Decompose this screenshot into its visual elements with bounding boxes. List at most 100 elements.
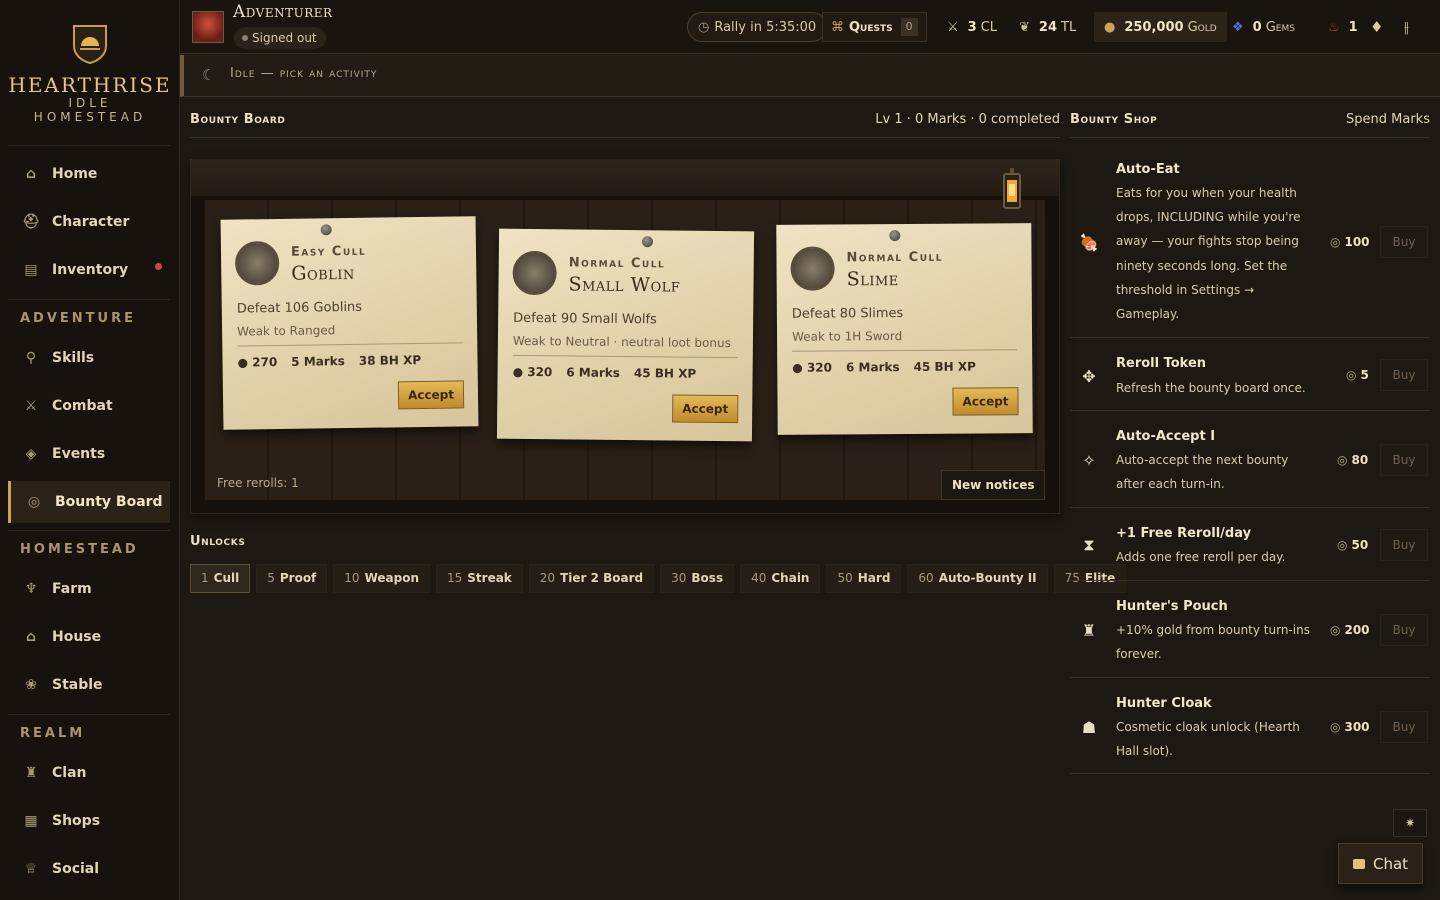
shop-item-name: Auto-Accept I [1116,429,1216,444]
tl-stat[interactable]: ❦ 24 TL [1019,12,1076,42]
sidebar-item-home[interactable]: ⌂ Home [8,153,170,195]
reward-marks: 6 Marks [566,365,621,380]
brand-sub-homestead: HOMESTEAD [33,110,147,124]
new-notices-button[interactable]: New notices [941,470,1046,500]
sidebar-item-farm[interactable]: ♆ Farm [8,568,170,610]
gold-value: 250,000 [1124,19,1184,35]
bounty-notice-slime[interactable]: Normal Cull Slime Defeat 80 Slimes Weak … [776,223,1033,435]
cl-value: 3 [967,19,977,35]
accept-button[interactable]: Accept [672,394,739,424]
notice-rewards: ● 270 5 Marks 38 BH XP [237,353,421,370]
notification-dot [155,263,162,270]
unlock-chip[interactable]: 1 Cull [190,564,251,593]
unlock-level: 1 [201,571,209,585]
rally-timer[interactable]: ◷ Rally in 5:35:00 [687,12,828,42]
sidebar-item-label: Combat [52,398,113,414]
unlock-chip[interactable]: 10 Weapon [333,564,430,593]
sidebar-item-combat[interactable]: ⚔ Combat [8,385,170,427]
reward-gold-value: 320 [806,360,833,375]
top-bar: Adventurer Signed out ◷ Rally in 5:35:00… [180,0,1440,54]
shop-item-free-reroll: ⧗ +1 Free Reroll/day Adds one free rerol… [1070,508,1430,581]
activity-text: Idle — pick an activity [230,66,378,81]
chat-button[interactable]: Chat [1338,843,1423,884]
nav-divider [8,299,170,300]
sliders-icon[interactable]: ⫲ [1404,12,1409,42]
fire-stat[interactable]: ♨ 1 [1328,12,1362,42]
lantern-icon [1003,168,1021,209]
castle-icon: ♜ [24,765,38,781]
accept-button[interactable]: Accept [952,387,1019,416]
sidebar-item-social[interactable]: ♕ Social [8,848,170,890]
unlocks-title: Unlocks [190,534,246,549]
sidebar-item-house[interactable]: ⌂ House [8,616,170,658]
buy-button[interactable]: Buy [1380,614,1428,646]
activity-bar[interactable]: ☾ Idle — pick an activity [180,55,1440,97]
buy-button[interactable]: Buy [1380,444,1428,476]
buy-button[interactable]: Buy [1380,359,1428,391]
bounty-notice-small-wolf[interactable]: Normal Cull Small Wolf Defeat 90 Small W… [496,228,755,442]
buy-button[interactable]: Buy [1380,529,1428,561]
flame-icon[interactable]: ♦ [1370,12,1383,42]
unlock-level: 5 [267,571,275,585]
shop-item-price: 5 [1346,368,1368,382]
unlock-chip[interactable]: 40 Chain [740,564,821,593]
avatar[interactable] [192,11,224,43]
cl-stat[interactable]: ⚔ 3 CL [947,12,997,42]
unlock-chip[interactable]: 60 Auto-Bounty II [907,564,1048,593]
sidebar-item-label: Social [52,861,100,877]
coins-icon: ● [512,364,528,379]
sidebar-item-label: House [52,629,102,645]
unlock-level: 60 [918,571,934,585]
quests-button[interactable]: ⌘ Quests 0 [822,12,927,42]
sidebar-item-stable[interactable]: ❀ Stable [8,664,170,706]
unlock-chip[interactable]: 50 Hard [826,564,902,593]
sidebar-item-events[interactable]: ◈ Events [8,433,170,475]
status-badge[interactable]: Signed out [234,27,326,49]
backpack-icon: ▤ [24,262,38,278]
bounty-board: Easy Cull Goblin Defeat 106 Goblins Weak… [190,159,1060,514]
quests-count: 0 [900,18,918,36]
unlock-level: 15 [446,571,463,585]
unlock-chip[interactable]: 30 Boss [660,564,735,593]
hourglass-icon: ⧗ [1083,535,1095,554]
notice-rewards: ● 320 6 Marks 45 BH XP [513,365,697,381]
home-icon: ⌂ [25,166,37,182]
chat-icon [1352,858,1365,869]
sidebar-item-inventory[interactable]: ▤ Inventory [8,249,170,291]
pin-icon [641,236,654,248]
section-adventure: ADVENTURE [20,311,136,326]
shop-item-hunter-cloak: ☗ Hunter Cloak Cosmetic cloak unlock (He… [1070,678,1430,774]
accept-button[interactable]: Accept [397,380,465,410]
cl-label: CL [980,19,998,35]
sidebar-item-clan[interactable]: ♜ Clan [8,752,170,794]
sidebar-item-label: Inventory [52,262,129,278]
unlock-label: Tier 2 Board [560,571,644,585]
notice-task: Defeat 90 Small Wolfs [513,310,657,328]
sidebar-item-skills[interactable]: ⚲ Skills [8,337,170,379]
notice-weakness: Weak to Neutral · neutral loot bonus [512,333,738,359]
sidebar-item-bounty-board[interactable]: ◎ Bounty Board [8,481,170,523]
shop-item-desc: Eats for you when your health drops, INC… [1116,186,1301,322]
buy-button[interactable]: Buy [1380,711,1428,743]
coins-icon: ● [1104,19,1116,35]
helmet-icon: ⛑ [22,214,40,230]
unlock-chip[interactable]: 15 Streak [435,564,523,593]
gems-stat[interactable]: ❖ 0 Gems [1232,12,1295,42]
unlock-chip[interactable]: 5 Proof [256,564,328,593]
bounty-notice-goblin[interactable]: Easy Cull Goblin Defeat 106 Goblins Weak… [220,216,479,430]
sidebar-item-label: Farm [52,581,92,597]
sidebar-item-shops[interactable]: ▦ Shops [8,800,170,842]
unlock-level: 50 [837,571,853,585]
buy-button[interactable]: Buy [1380,226,1428,258]
notice-difficulty: Normal Cull [846,249,944,266]
shield-icon: ◈ [25,446,37,462]
settings-gear-icon[interactable]: ✷ [1393,809,1427,837]
sidebar-item-label: Bounty Board [55,494,163,510]
gold-stat[interactable]: ● 250,000 Gold [1094,12,1227,42]
unlock-chip[interactable]: 20 Tier 2 Board [528,564,655,593]
reward-xp: 45 BH XP [913,359,976,374]
sidebar-item-character[interactable]: ⛑ Character [8,201,170,243]
fire-value: 1 [1348,19,1358,35]
brand-logo[interactable]: HEARTHRISE IDLE HOMESTEAD [0,24,180,124]
meat-icon: 🍖 [1079,232,1099,252]
